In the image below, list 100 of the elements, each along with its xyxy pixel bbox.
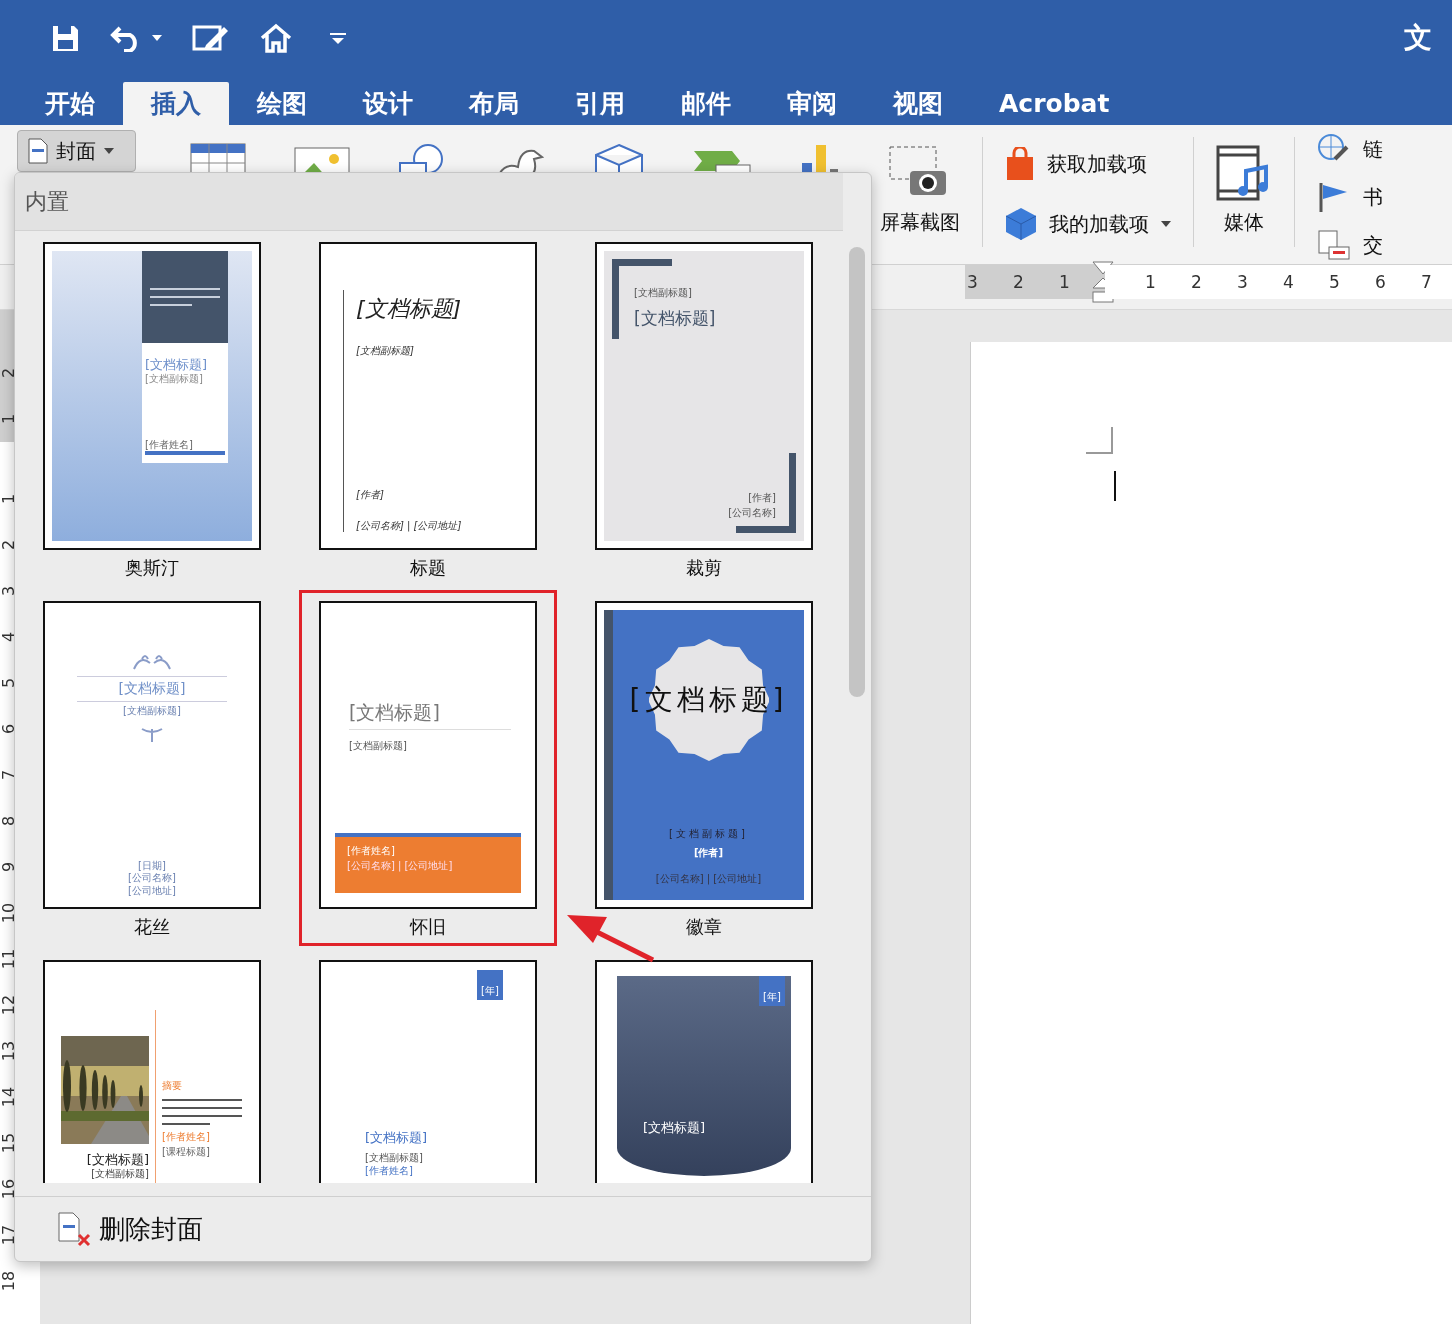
cover-subtitle: [文档副标题] <box>123 704 181 717</box>
cover-company: [公司名称] | [公司地址] <box>655 873 762 886</box>
cover-title: [文档标题] <box>145 357 208 373</box>
cover-button[interactable]: 封面 <box>17 130 136 172</box>
cover-author: [作者] <box>356 489 385 502</box>
section-title: 内置 <box>25 187 69 216</box>
ruler-number: 7 <box>0 768 19 783</box>
ruler-number: 2 <box>0 366 19 381</box>
cover-title: [文档标题] <box>365 1130 429 1147</box>
cover-label: 裁剪 <box>686 556 722 580</box>
cover-company: [公司名称] <box>128 872 176 885</box>
home-icon[interactable] <box>260 22 292 53</box>
cover-option[interactable]: [文档标题] [文档副标题] [日期] [公司名称] [公司地址] 花丝 <box>23 590 281 946</box>
remove-cover-button[interactable]: 删除封面 <box>55 1211 203 1247</box>
ribbon-tab[interactable]: 视图 <box>865 82 971 125</box>
ruler-number: 3 <box>1236 272 1249 292</box>
ruler-number: 15 <box>0 1135 19 1151</box>
ruler-number: 10 <box>0 905 19 921</box>
ruler-number: 1 <box>1058 272 1071 292</box>
ruler-number: 7 <box>1420 272 1433 292</box>
ruler-number: 14 <box>0 1089 19 1105</box>
window-title: 文 <box>1404 19 1432 56</box>
ruler-number: 13 <box>0 1043 19 1059</box>
document-delete-icon <box>55 1211 91 1247</box>
ruler-number: 16 <box>0 1181 19 1197</box>
my-addins-button[interactable]: 我的加载项 <box>1005 207 1171 241</box>
cover-option[interactable]: [文档副标题] [文档标题] [作者] [公司名称] 裁剪 <box>575 231 833 587</box>
ruler-number: 2 <box>0 538 19 553</box>
ruler-number: 3 <box>966 272 979 292</box>
ruler-number: 5 <box>0 676 19 691</box>
cover-heading: 摘要 <box>162 1080 183 1093</box>
caret-icon[interactable] <box>1161 221 1171 227</box>
scrollbar-thumb[interactable] <box>849 247 865 697</box>
ruler-number: 4 <box>1282 272 1295 292</box>
cover-title: [文档标题] <box>634 307 717 329</box>
cover-author: [作者姓名] <box>347 845 396 858</box>
ribbon-tab[interactable]: 布局 <box>441 82 547 125</box>
ribbon-tab[interactable]: 绘图 <box>229 82 335 125</box>
cover-company: [公司名称] | [公司地址] <box>356 519 462 532</box>
screenshot-label[interactable]: 屏幕截图 <box>880 209 960 236</box>
ruler-number: 12 <box>0 997 19 1013</box>
ornament-icon <box>140 725 164 743</box>
ruler-number: 1 <box>0 412 19 427</box>
bag-icon <box>1005 147 1035 181</box>
cover-title: [文档标题] <box>349 701 440 723</box>
cover-option[interactable]: [年] [文档标题] <box>575 949 833 1183</box>
cover-title: [文档标题] <box>86 1152 149 1168</box>
cover-address: [公司地址] <box>128 884 176 897</box>
link-button[interactable]: 书 <box>1317 181 1383 213</box>
ribbon-tab[interactable]: 设计 <box>335 82 441 125</box>
ribbon-tab[interactable]: 插入 <box>123 82 229 125</box>
cover-label: 奥斯汀 <box>125 556 179 580</box>
cover-label: 怀旧 <box>410 915 446 939</box>
link-button[interactable]: 交 <box>1317 229 1383 261</box>
margin-corner-mark <box>1086 427 1114 455</box>
ruler-number: 6 <box>0 722 19 737</box>
media-label[interactable]: 媒体 <box>1224 209 1264 236</box>
ruler-number: 6 <box>1374 272 1387 292</box>
ribbon-tab[interactable]: 邮件 <box>653 82 759 125</box>
ruler-number: 2 <box>1012 272 1025 292</box>
cover-title: [文档标题] <box>118 680 186 698</box>
document-icon <box>28 138 48 164</box>
get-addins-button[interactable]: 获取加载项 <box>1005 147 1171 181</box>
cover-author: [作者姓名] <box>365 1164 414 1178</box>
link-button[interactable]: 链 <box>1317 133 1383 165</box>
caret-icon[interactable] <box>152 34 162 41</box>
cover-label: 徽章 <box>686 915 722 939</box>
caret-icon[interactable] <box>104 148 114 154</box>
ribbon-tab[interactable]: 引用 <box>547 82 653 125</box>
cover-option[interactable]: [年] [文档标题] [文档副标题] [作者姓名] <box>299 949 557 1183</box>
cover-subtitle: [文档副标题] <box>145 373 203 386</box>
cover-course: [课程标题] <box>162 1146 211 1159</box>
cover-option[interactable]: [文档标题] [文档副标题] [作者姓名] 奥斯汀 <box>23 231 281 587</box>
cover-option[interactable]: [文档标题] [文档副标题] [作者姓名] [公司名称] | [公司地址] 怀旧 <box>299 590 557 946</box>
cover-subtitle: [文档副标题] <box>91 1168 149 1181</box>
cover-option[interactable]: [文档标题] [文档副标题] 摘要 [作者姓名] [课程标题] <box>23 949 281 1183</box>
cover-subtitle: [文档副标题] <box>365 1152 424 1165</box>
cover-subtitle: [文档副标题] <box>349 739 407 751</box>
cover-author: [作者姓名] <box>162 1130 211 1143</box>
cover-subtitle: [文档副标题] <box>356 344 415 357</box>
cover-year: [年] <box>481 984 499 997</box>
ribbon-tab[interactable]: Acrobat <box>971 82 1138 125</box>
ruler-number: 3 <box>0 584 19 599</box>
cover-subtitle: [文档副标题] <box>669 828 748 841</box>
cover-label: 标题 <box>410 556 446 580</box>
cover-year: [年] <box>763 990 781 1003</box>
cover-title: [文档标题] <box>643 1120 707 1137</box>
cover-author: [作者姓名] <box>145 438 193 451</box>
customize-icon[interactable] <box>330 30 346 45</box>
cube-icon <box>1005 207 1037 241</box>
ribbon-tab[interactable]: 开始 <box>17 82 123 125</box>
cover-option[interactable]: [文档标题] [文档副标题] [作者] [公司名称] | [公司地址] 标题 <box>299 231 557 587</box>
ruler-number: 11 <box>0 951 19 967</box>
ruler-number: 5 <box>1328 272 1341 292</box>
ruler-number: 2 <box>1190 272 1203 292</box>
cover-label: 花丝 <box>134 915 170 939</box>
ruler-number: 9 <box>0 860 19 875</box>
cover-subtitle: [文档副标题] <box>634 287 693 300</box>
ruler-number: 1 <box>0 492 19 507</box>
ribbon-tab[interactable]: 审阅 <box>759 82 865 125</box>
